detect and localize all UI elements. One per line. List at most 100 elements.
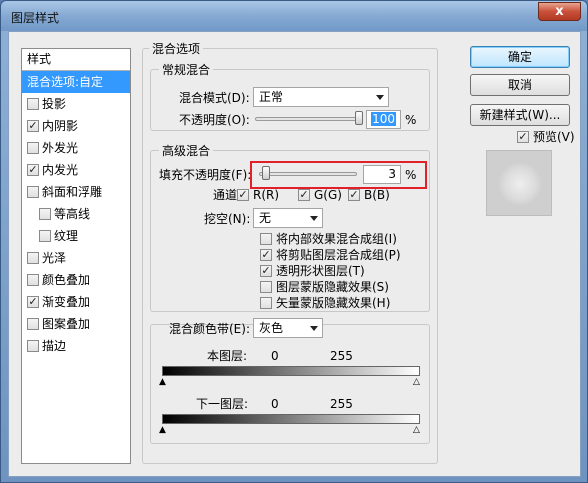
checkbox-icon[interactable]: [39, 230, 51, 242]
style-item[interactable]: 投影: [22, 93, 130, 115]
checkbox-icon[interactable]: [27, 98, 39, 110]
title-bar[interactable]: 图层样式 x: [1, 1, 587, 31]
checkbox-icon[interactable]: [27, 252, 39, 264]
opacity-value: 100: [371, 112, 396, 126]
this-layer-gradient-bar: [162, 366, 420, 376]
preview-checkbox[interactable]: ✓ 预览(V): [517, 129, 575, 145]
advanced-option-label: 矢量蒙版隐藏效果(H): [276, 296, 391, 310]
new-style-button[interactable]: 新建样式(W)...: [470, 104, 570, 126]
checkbox-icon[interactable]: [27, 142, 39, 154]
checkbox-icon[interactable]: [27, 186, 39, 198]
check-icon[interactable]: ✓: [27, 120, 39, 132]
channel-g-checkbox[interactable]: ✓ G(G): [298, 187, 342, 203]
advanced-option-label: 将剪贴图层混合成组(P): [276, 248, 401, 262]
advanced-option-checkbox[interactable]: ✓ 透明形状图层(T): [260, 263, 365, 279]
style-item[interactable]: 等高线: [22, 203, 130, 225]
this-layer-label: 本图层:: [207, 349, 248, 363]
underlying-layer-min: 0: [271, 397, 279, 411]
close-button[interactable]: x: [538, 2, 581, 21]
preview-glow-shape: [499, 163, 541, 205]
check-icon: ✓: [260, 248, 272, 261]
chevron-down-icon: [310, 326, 318, 331]
advanced-option-checkbox[interactable]: 图层蒙版隐藏效果(S): [260, 279, 389, 295]
opacity-slider-track[interactable]: [255, 117, 359, 121]
channel-b-checkbox[interactable]: ✓ B(B): [348, 187, 390, 203]
style-item-label: 等高线: [54, 207, 91, 221]
underlying-layer-white-slider[interactable]: △: [413, 426, 420, 435]
opacity-label: 不透明度(O):: [179, 113, 250, 127]
style-item-label: 纹理: [54, 229, 79, 243]
style-item-label: 颜色叠加: [42, 273, 91, 287]
fill-opacity-slider-track[interactable]: [259, 172, 357, 176]
style-item[interactable]: 颜色叠加: [22, 269, 130, 291]
underlying-layer-black-slider[interactable]: ▲: [159, 426, 166, 435]
channel-g-label: G(G): [314, 188, 342, 202]
opacity-input[interactable]: 100: [366, 110, 401, 129]
ok-button[interactable]: 确定: [470, 46, 570, 68]
fill-opacity-input[interactable]: 3: [363, 165, 401, 184]
fill-opacity-slider-thumb[interactable]: [261, 166, 270, 180]
style-item[interactable]: ✓ 渐变叠加: [22, 291, 130, 313]
style-item[interactable]: ✓ 内发光: [22, 159, 130, 181]
knockout-value: 无: [259, 211, 272, 225]
advanced-option-label: 图层蒙版隐藏效果(S): [276, 280, 389, 294]
advanced-option-checkbox[interactable]: ✓ 将剪贴图层混合成组(P): [260, 247, 401, 263]
checkbox-icon[interactable]: [27, 340, 39, 352]
style-item[interactable]: 光泽: [22, 247, 130, 269]
this-layer-max: 255: [330, 349, 353, 363]
checkbox-icon[interactable]: [39, 208, 51, 220]
blend-if-label: 混合颜色带(E):: [169, 322, 250, 336]
advanced-option-checkbox[interactable]: 将内部效果混合成组(I): [260, 231, 397, 247]
check-icon: ✓: [298, 188, 310, 201]
check-icon: ✓: [517, 130, 529, 143]
check-icon: ✓: [348, 188, 360, 201]
cancel-button[interactable]: 取消: [470, 74, 570, 96]
style-item-label: 外发光: [42, 141, 79, 155]
channel-r-checkbox[interactable]: ✓ R(R): [237, 187, 279, 203]
check-icon: ✓: [237, 188, 249, 201]
style-item[interactable]: 斜面和浮雕: [22, 181, 130, 203]
preview-label: 预览(V): [533, 130, 575, 144]
advanced-option-label: 透明形状图层(T): [276, 264, 365, 278]
advanced-blending-title: 高级混合: [159, 144, 214, 158]
dialog-body: 样式 混合选项:自定 投影 ✓ 内阴影 外发光 ✓ 内发光 斜面和浮雕 等高线 纹理 光泽 颜色叠加 ✓…: [8, 31, 581, 477]
style-item[interactable]: 描边: [22, 335, 130, 357]
style-item-label: 内阴影: [42, 119, 79, 133]
checkbox-icon: [260, 233, 272, 245]
advanced-option-checkbox[interactable]: 矢量蒙版隐藏效果(H): [260, 295, 390, 311]
style-item[interactable]: ✓ 内阴影: [22, 115, 130, 137]
this-layer-black-slider[interactable]: ▲: [159, 378, 166, 387]
blend-if-select[interactable]: 灰色: [253, 318, 323, 338]
general-blending-title: 常规混合: [159, 63, 214, 77]
opacity-unit: %: [405, 113, 417, 127]
knockout-select[interactable]: 无: [253, 208, 323, 228]
style-item-label: 混合选项:自定: [27, 75, 104, 89]
fill-opacity-label: 填充不透明度(F):: [159, 168, 252, 182]
style-item[interactable]: 混合选项:自定: [22, 71, 130, 93]
style-item-label: 光泽: [42, 251, 67, 265]
checkbox-icon[interactable]: [27, 274, 39, 286]
blend-mode-value: 正常: [259, 90, 284, 104]
blend-options-title: 混合选项: [149, 42, 204, 56]
checkbox-icon[interactable]: [27, 318, 39, 330]
check-icon[interactable]: ✓: [27, 164, 39, 176]
this-layer-white-slider[interactable]: △: [413, 378, 420, 387]
style-item[interactable]: 外发光: [22, 137, 130, 159]
advanced-option-label: 将内部效果混合成组(I): [276, 232, 397, 246]
knockout-label: 挖空(N):: [204, 212, 251, 226]
layer-style-dialog: 图层样式 x 样式 混合选项:自定 投影 ✓ 内阴影 外发光 ✓ 内发光 斜面和浮雕 等高线 纹理…: [0, 0, 588, 483]
underlying-layer-label: 下一图层:: [196, 397, 249, 411]
blend-mode-select[interactable]: 正常: [253, 87, 389, 107]
style-item-label: 渐变叠加: [42, 295, 91, 309]
window-title: 图层样式: [11, 11, 60, 25]
style-item[interactable]: 纹理: [22, 225, 130, 247]
check-icon[interactable]: ✓: [27, 296, 39, 308]
blend-if-group: [150, 324, 430, 444]
style-item[interactable]: 图案叠加: [22, 313, 130, 335]
chevron-down-icon: [310, 216, 318, 221]
blend-mode-label: 混合模式(D):: [179, 91, 250, 105]
channel-b-label: B(B): [364, 188, 390, 202]
this-layer-min: 0: [271, 349, 279, 363]
style-item-label: 图案叠加: [42, 317, 91, 331]
opacity-slider-thumb[interactable]: [355, 111, 363, 125]
